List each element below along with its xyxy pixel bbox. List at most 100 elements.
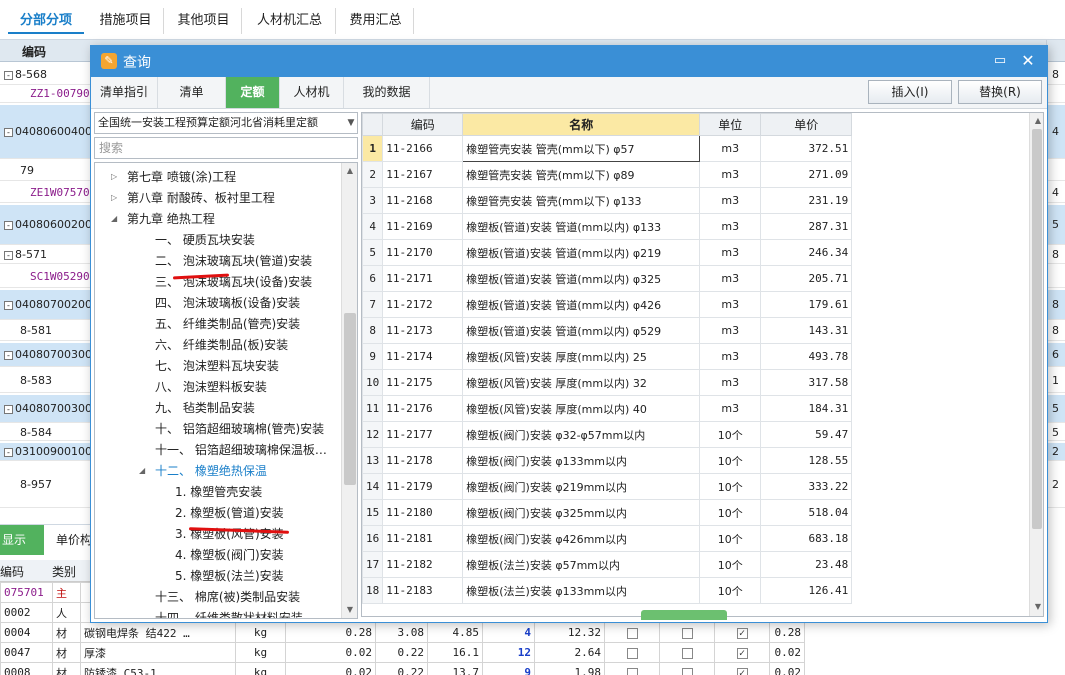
- tree-node[interactable]: 十四、 纤维类散状材料安装: [155, 608, 303, 618]
- scrollbar-thumb[interactable]: [1032, 129, 1042, 529]
- quota-code[interactable]: 11-2166: [382, 135, 464, 162]
- row-index[interactable]: 8: [362, 317, 384, 344]
- expand-toggle-icon[interactable]: -: [4, 127, 13, 137]
- tree-node[interactable]: 六、 纤维类制品(板)安装: [155, 335, 288, 355]
- quota-row[interactable]: 14 11-2179 橡塑板(阀门)安装 φ219mm以内 10个 333.22: [362, 473, 853, 500]
- tab-qita[interactable]: 其他项目: [166, 8, 242, 34]
- quota-unit[interactable]: m3: [699, 369, 762, 396]
- checkbox[interactable]: [736, 667, 748, 675]
- quota-code[interactable]: 11-2168: [382, 187, 464, 214]
- quota-code[interactable]: 11-2181: [382, 525, 464, 552]
- quota-price[interactable]: 128.55: [760, 447, 853, 474]
- quota-name[interactable]: 橡塑管壳安装 管壳(mm以下) φ89: [462, 161, 701, 188]
- quota-name[interactable]: 橡塑板(风管)安装 厚度(mm以内) 32: [462, 369, 701, 396]
- row-index[interactable]: 15: [362, 499, 384, 526]
- row-index[interactable]: 11: [362, 395, 384, 422]
- quota-code[interactable]: 11-2170: [382, 239, 464, 266]
- tree-node[interactable]: 七、 泡沫塑料瓦块安装: [155, 356, 279, 376]
- quota-row[interactable]: 2 11-2167 橡塑管壳安装 管壳(mm以下) φ89 m3 271.09: [362, 161, 853, 188]
- scroll-down-icon[interactable]: ▼: [342, 603, 357, 617]
- bg-row[interactable]: -040807003001: [0, 343, 92, 367]
- row-index[interactable]: 6: [362, 265, 384, 292]
- tab-fenbu[interactable]: 分部分项: [8, 8, 84, 34]
- tree-node[interactable]: 5. 橡塑板(法兰)安装: [175, 566, 284, 586]
- quota-name[interactable]: 橡塑板(法兰)安装 φ57mm以内: [462, 551, 701, 578]
- quota-name[interactable]: 橡塑板(管道)安装 管道(mm以内) φ325: [462, 265, 701, 292]
- quota-price[interactable]: 179.61: [760, 291, 853, 318]
- bottom-row[interactable]: 0008材防锈漆 C53-1kg0.020.2213.791.980.02: [0, 662, 805, 675]
- expand-toggle-icon[interactable]: -: [4, 404, 13, 414]
- quota-row[interactable]: 11 11-2176 橡塑板(风管)安装 厚度(mm以内) 40 m3 184.31: [362, 395, 853, 422]
- quota-name[interactable]: 橡塑板(阀门)安装 φ133mm以内: [462, 447, 701, 474]
- quota-code[interactable]: 11-2172: [382, 291, 464, 318]
- quota-row[interactable]: 7 11-2172 橡塑板(管道)安装 管道(mm以内) φ426 m3 179.61: [362, 291, 853, 318]
- quota-name[interactable]: 橡塑板(管道)安装 管道(mm以内) φ529: [462, 317, 701, 344]
- tree-node[interactable]: 八、 泡沫塑料板安装: [155, 377, 267, 397]
- quota-price[interactable]: 683.18: [760, 525, 853, 552]
- bg-row[interactable]: -8-568: [0, 65, 92, 85]
- quota-code[interactable]: 11-2169: [382, 213, 464, 240]
- row-index[interactable]: 13: [362, 447, 384, 474]
- quota-price[interactable]: 59.47: [760, 421, 853, 448]
- search-input[interactable]: 搜索: [94, 137, 358, 159]
- quota-name[interactable]: 橡塑管壳安装 管壳(mm以下) φ133: [462, 187, 701, 214]
- bg-row[interactable]: -8-571: [0, 246, 92, 264]
- grid-header-name[interactable]: 名称: [462, 113, 701, 136]
- quota-unit[interactable]: m3: [699, 291, 762, 318]
- bg-row[interactable]: -040806004001: [0, 105, 92, 159]
- tab-cuoshi[interactable]: 措施项目: [88, 8, 164, 34]
- tree-node[interactable]: 第九章 绝热工程: [127, 209, 215, 229]
- quota-price[interactable]: 372.51: [760, 135, 853, 162]
- quota-unit[interactable]: m3: [699, 239, 762, 266]
- quota-price[interactable]: 23.48: [760, 551, 853, 578]
- quota-row[interactable]: 3 11-2168 橡塑管壳安装 管壳(mm以下) φ133 m3 231.19: [362, 187, 853, 214]
- quota-price[interactable]: 287.31: [760, 213, 853, 240]
- tree-node[interactable]: 五、 纤维类制品(管壳)安装: [155, 314, 300, 334]
- bg-row[interactable]: 8-957: [0, 462, 92, 508]
- row-index[interactable]: 18: [362, 577, 384, 604]
- dialog-title-bar[interactable]: ✎ 查询 ▭ ✕: [91, 46, 1047, 77]
- scrollbar-thumb[interactable]: [344, 313, 356, 485]
- tab-feiyong[interactable]: 费用汇总: [338, 8, 414, 34]
- grid-header-price[interactable]: 单价: [760, 113, 853, 136]
- quota-unit[interactable]: 10个: [699, 499, 762, 526]
- bg-row[interactable]: SC1W05290: [0, 266, 92, 288]
- quota-unit[interactable]: m3: [699, 161, 762, 188]
- row-index[interactable]: 3: [362, 187, 384, 214]
- collapse-handle[interactable]: [641, 610, 727, 620]
- quota-code[interactable]: 11-2171: [382, 265, 464, 292]
- grid-header-unit[interactable]: 单位: [699, 113, 762, 136]
- quota-row[interactable]: 18 11-2183 橡塑板(法兰)安装 φ133mm以内 10个 126.41: [362, 577, 853, 604]
- row-index[interactable]: 17: [362, 551, 384, 578]
- quota-price[interactable]: 184.31: [760, 395, 853, 422]
- chevron-down-icon[interactable]: ◢: [111, 214, 117, 223]
- tab-display[interactable]: 显示: [0, 525, 44, 555]
- quota-price[interactable]: 246.34: [760, 239, 853, 266]
- quota-name[interactable]: 橡塑板(阀门)安装 φ32-φ57mm以内: [462, 421, 701, 448]
- insert-button[interactable]: 插入(I): [868, 80, 952, 104]
- tree-node[interactable]: 4. 橡塑板(阀门)安装: [175, 545, 284, 565]
- quota-name[interactable]: 橡塑板(风管)安装 厚度(mm以内) 25: [462, 343, 701, 370]
- row-index[interactable]: 12: [362, 421, 384, 448]
- tree-node[interactable]: 2. 橡塑板(管道)安装: [175, 503, 284, 523]
- quota-unit[interactable]: 10个: [699, 421, 762, 448]
- quota-row[interactable]: 8 11-2173 橡塑板(管道)安装 管道(mm以内) φ529 m3 143.31: [362, 317, 853, 344]
- checkbox[interactable]: [681, 647, 693, 659]
- tree-node[interactable]: 十一、 铝箔超细玻璃棉保温板…: [155, 440, 327, 460]
- quota-name[interactable]: 橡塑板(风管)安装 厚度(mm以内) 40: [462, 395, 701, 422]
- scroll-up-icon[interactable]: ▲: [342, 164, 357, 178]
- quota-price[interactable]: 271.09: [760, 161, 853, 188]
- quota-price[interactable]: 493.78: [760, 343, 853, 370]
- quota-unit[interactable]: 10个: [699, 525, 762, 552]
- bg-row[interactable]: 8-581: [0, 321, 92, 341]
- checkbox[interactable]: [626, 627, 638, 639]
- checkbox[interactable]: [736, 627, 748, 639]
- tree-node[interactable]: 十三、 棉席(被)类制品安装: [155, 587, 300, 607]
- tab-rencaiji[interactable]: 人材机汇总: [244, 8, 336, 34]
- tab-labor-material[interactable]: 人材机: [280, 77, 344, 108]
- quota-unit[interactable]: m3: [699, 343, 762, 370]
- quota-name[interactable]: 橡塑板(管道)安装 管道(mm以内) φ219: [462, 239, 701, 266]
- quota-row[interactable]: 6 11-2171 橡塑板(管道)安装 管道(mm以内) φ325 m3 205.71: [362, 265, 853, 292]
- checkbox[interactable]: [626, 647, 638, 659]
- expand-toggle-icon[interactable]: -: [4, 70, 13, 80]
